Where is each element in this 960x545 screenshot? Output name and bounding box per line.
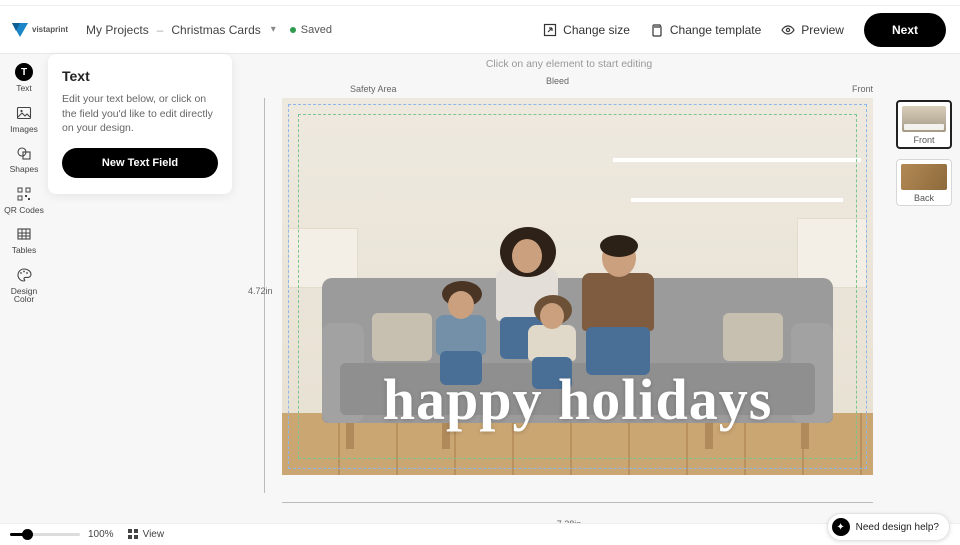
grid-icon — [128, 529, 139, 540]
view-toggle-button[interactable]: View — [128, 529, 165, 540]
front-label: Front — [852, 84, 873, 94]
new-text-field-button[interactable]: New Text Field — [62, 148, 218, 178]
zoom-control[interactable]: 100% — [10, 529, 114, 540]
change-size-button[interactable]: Change size — [533, 17, 640, 43]
thumbnail-icon — [902, 106, 946, 132]
chevron-down-icon[interactable]: ▾ — [271, 24, 276, 35]
headline-text[interactable]: happy holidays — [282, 366, 873, 433]
eye-icon — [781, 23, 795, 37]
logo-icon — [10, 20, 30, 40]
canvas-area: Click on any element to start editing Sa… — [250, 54, 888, 523]
table-icon — [14, 224, 34, 244]
text-panel-title: Text — [62, 68, 218, 84]
save-status-label: Saved — [301, 24, 332, 36]
chat-icon: ✦ — [832, 518, 850, 536]
brand-name: vistaprint — [32, 25, 68, 34]
tool-qr-codes[interactable]: QR Codes — [0, 184, 48, 215]
pages-panel: Front Back — [896, 100, 952, 206]
breadcrumb-my-projects[interactable]: My Projects — [86, 23, 149, 37]
resize-icon — [543, 23, 557, 37]
safety-area-label: Safety Area — [350, 84, 397, 94]
breadcrumb: My Projects – Christmas Cards ▾ — [86, 23, 276, 37]
photo-person — [572, 239, 664, 379]
change-template-button[interactable]: Change template — [640, 17, 771, 43]
horizontal-ruler — [282, 502, 873, 503]
tool-text[interactable]: T Text — [0, 62, 48, 93]
text-icon: T — [15, 63, 33, 81]
tools-sidebar: T Text Images Shapes QR Codes Tables Des… — [0, 54, 48, 304]
zoom-slider[interactable] — [10, 533, 80, 536]
tool-shapes[interactable]: Shapes — [0, 143, 48, 174]
height-dimension: 4.72in — [248, 286, 273, 296]
bottom-bar: 100% View — [0, 523, 960, 545]
text-panel-desc: Edit your text below, or click on the fi… — [62, 92, 218, 136]
tool-tables[interactable]: Tables — [0, 224, 48, 255]
status-dot-icon — [290, 27, 296, 33]
thumbnail-icon — [901, 164, 947, 190]
palette-icon — [14, 265, 34, 285]
page-thumb-front[interactable]: Front — [896, 100, 952, 149]
design-canvas[interactable]: happy holidays — [282, 98, 873, 475]
text-panel: Text Edit your text below, or click on t… — [48, 54, 232, 194]
brand-logo[interactable]: vistaprint — [10, 20, 68, 40]
shapes-icon — [14, 143, 34, 163]
breadcrumb-sep: – — [157, 23, 164, 37]
tool-images[interactable]: Images — [0, 103, 48, 134]
canvas-hint: Click on any element to start editing — [250, 54, 888, 70]
qr-icon — [14, 184, 34, 204]
help-button[interactable]: ✦ Need design help? — [827, 513, 950, 541]
save-status: Saved — [290, 24, 332, 36]
tool-design-color[interactable]: Design Color — [0, 265, 48, 304]
page-thumb-back[interactable]: Back — [896, 159, 952, 206]
image-icon — [14, 103, 34, 123]
preview-button[interactable]: Preview — [771, 17, 854, 43]
template-icon — [650, 23, 664, 37]
app-header: vistaprint My Projects – Christmas Cards… — [0, 6, 960, 54]
bleed-label: Bleed — [546, 76, 569, 86]
zoom-value: 100% — [88, 529, 114, 540]
breadcrumb-current[interactable]: Christmas Cards — [171, 23, 260, 37]
next-button[interactable]: Next — [864, 13, 946, 47]
